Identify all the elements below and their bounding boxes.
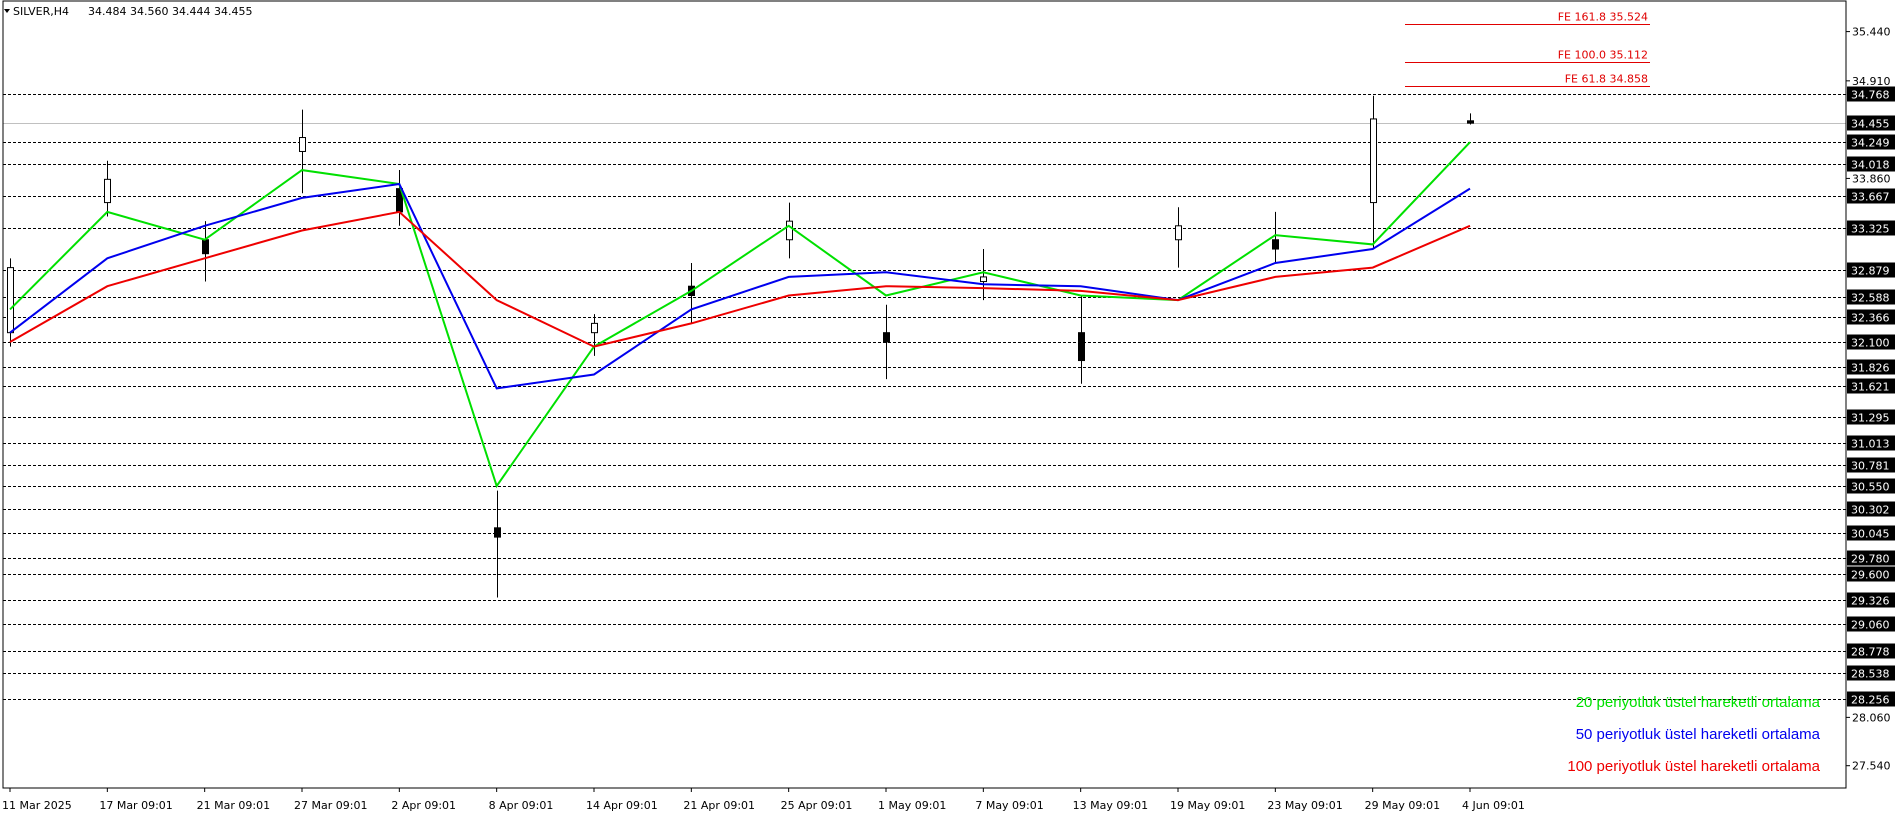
- x-tick-label: 14 Apr 09:01: [586, 799, 658, 812]
- level-label: 28.538: [1851, 668, 1890, 681]
- x-tick-label: 1 May 09:01: [878, 799, 946, 812]
- y-tick-label: 35.440: [1852, 26, 1891, 39]
- level-label: 34.249: [1851, 137, 1890, 150]
- x-tick-label: 4 Jun 09:01: [1462, 799, 1525, 812]
- candle-body: [104, 178, 111, 204]
- x-tick-label: 7 May 09:01: [975, 799, 1043, 812]
- level-label: 30.550: [1851, 481, 1890, 494]
- level-label: 30.781: [1851, 460, 1890, 473]
- level-label: 31.295: [1851, 412, 1890, 425]
- level-label: 31.621: [1851, 381, 1890, 394]
- level-label: 34.018: [1851, 159, 1890, 172]
- candle-body: [1175, 225, 1182, 241]
- legend-ema20: 20 periyotluk üstel hareketli ortalama: [1576, 694, 1821, 711]
- y-tick-label: 34.910: [1852, 75, 1891, 88]
- x-tick-label: 25 Apr 09:01: [781, 799, 853, 812]
- x-tick-label: 2 Apr 09:01: [391, 799, 456, 812]
- y-tick-label: 27.540: [1852, 760, 1891, 773]
- level-label: 32.879: [1851, 265, 1890, 278]
- fib-label: FE 61.8 34.858: [1565, 73, 1648, 86]
- ohlc-values: 34.484 34.560 34.444 34.455: [88, 5, 252, 18]
- level-label: 29.780: [1851, 553, 1890, 566]
- level-label: 28.256: [1851, 694, 1890, 707]
- fib-label: FE 161.8 35.524: [1558, 11, 1648, 24]
- candle-body: [494, 527, 501, 538]
- y-tick-label: 33.860: [1852, 172, 1891, 185]
- x-tick-label: 21 Apr 09:01: [683, 799, 755, 812]
- level-label: 29.600: [1851, 569, 1890, 582]
- x-tick-label: 13 May 09:01: [1073, 799, 1148, 812]
- x-tick-label: 8 Apr 09:01: [489, 799, 554, 812]
- candle-body: [202, 239, 209, 255]
- candle-body: [1467, 120, 1474, 124]
- level-label: 32.100: [1851, 337, 1890, 350]
- level-label: 30.302: [1851, 504, 1890, 517]
- candle-body: [1272, 239, 1279, 250]
- candle-body: [980, 276, 987, 283]
- candle-body: [1370, 118, 1377, 204]
- x-tick-label: 19 May 09:01: [1170, 799, 1245, 812]
- x-tick-label: 17 Mar 09:01: [99, 799, 172, 812]
- level-label: 33.325: [1851, 223, 1890, 236]
- level-label: 29.060: [1851, 619, 1890, 632]
- candle-body: [591, 322, 598, 334]
- level-label: 32.366: [1851, 312, 1890, 325]
- legend-ema100: 100 periyotluk üstel hareketli ortalama: [1567, 758, 1820, 775]
- x-tick-label: 11 Mar 2025: [2, 799, 72, 812]
- level-label: 29.326: [1851, 595, 1890, 608]
- candle-body: [299, 137, 306, 152]
- legend-ema50: 50 periyotluk üstel hareketli ortalama: [1576, 726, 1821, 743]
- level-label: 33.667: [1851, 191, 1890, 204]
- candle-body: [7, 267, 14, 334]
- x-tick-label: 29 May 09:01: [1365, 799, 1440, 812]
- candle-body: [1078, 332, 1085, 362]
- y-tick-label: 28.060: [1852, 711, 1891, 724]
- level-label: 31.826: [1851, 362, 1890, 375]
- symbol-label: SILVER,H4: [13, 5, 69, 18]
- x-tick-label: 27 Mar 09:01: [294, 799, 367, 812]
- level-label: 34.768: [1851, 89, 1890, 102]
- legend: 20 periyotluk üstel hareketli ortalama 5…: [1567, 694, 1820, 775]
- x-tick-label: 21 Mar 09:01: [197, 799, 270, 812]
- price-chart[interactable]: FE 161.8 35.524 FE 100.0 35.112 FE 61.8 34…: [0, 0, 1896, 820]
- level-label: 32.588: [1851, 292, 1890, 305]
- level-label: 31.013: [1851, 438, 1890, 451]
- candle-body: [883, 332, 890, 343]
- chart-header: SILVER,H4 34.484 34.560 34.444 34.455: [4, 5, 252, 18]
- current-price-label: 34.455: [1851, 118, 1890, 131]
- level-label: 28.778: [1851, 646, 1890, 659]
- level-label: 30.045: [1851, 528, 1890, 541]
- x-tick-label: 23 May 09:01: [1267, 799, 1342, 812]
- fib-label: FE 100.0 35.112: [1558, 49, 1648, 62]
- candle-body: [786, 220, 793, 241]
